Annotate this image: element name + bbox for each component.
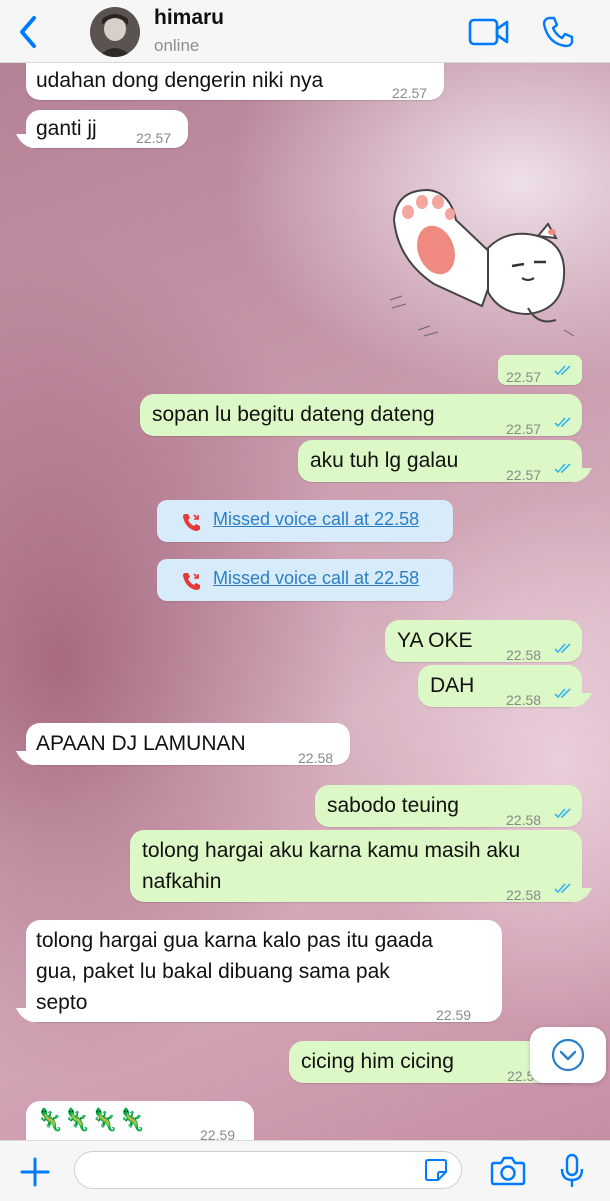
message-input[interactable] (74, 1151, 462, 1189)
chevron-left-icon (20, 16, 36, 48)
message-text: cicing him cicing (301, 1050, 454, 1073)
missed-call-icon (183, 514, 200, 531)
scroll-to-bottom-button[interactable] (530, 1027, 606, 1083)
message-incoming[interactable]: ganti jj 22.57 (15, 110, 188, 148)
message-outgoing[interactable]: sabodo teuing 22.58 (315, 785, 582, 828)
double-check-icon (554, 365, 571, 376)
message-text: ganti jj (36, 117, 97, 140)
missed-call-notice[interactable]: Missed voice call at 22.58 (157, 559, 453, 601)
message-time: 22.58 (506, 692, 542, 708)
message-time: 22.57 (506, 467, 542, 483)
sticker-icon (425, 1159, 447, 1181)
message-input-bar (0, 1140, 610, 1201)
voice-call-button[interactable] (540, 14, 576, 50)
phone-icon (542, 16, 574, 48)
voice-record-button[interactable] (558, 1153, 586, 1189)
message-text: sabodo teuing (327, 794, 459, 817)
message-text-line: tolong hargai gua karna kalo pas itu gaa… (36, 929, 433, 952)
message-outgoing[interactable]: tolong hargai aku karna kamu masih aku n… (130, 830, 593, 903)
double-check-icon (554, 417, 571, 428)
double-check-icon (554, 688, 571, 699)
video-call-button[interactable] (468, 17, 510, 47)
message-outgoing[interactable]: sopan lu begitu dateng dateng 22.57 (140, 394, 582, 437)
message-text: aku tuh lg galau (310, 449, 459, 472)
message-time: 22.57 (136, 130, 172, 146)
double-check-icon (554, 808, 571, 819)
message-text: udahan dong dengerin niki nya (36, 69, 324, 92)
avatar-image (90, 7, 140, 57)
message-time: 22.57 (392, 85, 428, 101)
message-time: 22.59 (436, 1007, 472, 1023)
message-outgoing[interactable]: aku tuh lg galau 22.57 (298, 440, 593, 483)
message-text: 🦎🦎🦎🦎 (36, 1107, 146, 1132)
message-outgoing[interactable]: YA OKE 22.58 (385, 620, 582, 663)
missed-call-text[interactable]: Missed voice call at 22.58 (213, 568, 419, 589)
camera-button[interactable] (490, 1155, 526, 1187)
message-text-line: nafkahin (142, 870, 222, 893)
double-check-icon (554, 883, 571, 894)
message-text-line: septo (36, 991, 88, 1014)
message-text: sopan lu begitu dateng dateng (152, 403, 435, 426)
avatar[interactable] (90, 7, 140, 57)
message-incoming[interactable]: udahan dong dengerin niki nya 22.57 (26, 62, 444, 101)
back-button[interactable] (12, 12, 48, 52)
message-incoming[interactable]: 🦎🦎🦎🦎 22.59 (26, 1101, 254, 1143)
double-check-icon (554, 463, 571, 474)
attach-button[interactable] (18, 1155, 52, 1189)
message-time: 22.57 (506, 369, 542, 385)
chat-header: himaru online (0, 0, 610, 63)
message-text: DAH (430, 674, 475, 697)
cat-paw-sticker (389, 188, 575, 337)
missed-call-text[interactable]: Missed voice call at 22.58 (213, 509, 419, 530)
message-text: YA OKE (397, 629, 473, 652)
message-time: 22.58 (298, 750, 334, 766)
message-outgoing[interactable]: DAH 22.58 (418, 665, 593, 708)
missed-call-icon (183, 573, 200, 590)
contact-status: online (154, 36, 200, 55)
sticker-button[interactable] (424, 1158, 448, 1182)
message-text: APAAN DJ LAMUNAN (36, 732, 246, 755)
sticker-time-bubble: 22.57 (498, 355, 582, 385)
message-incoming[interactable]: APAAN DJ LAMUNAN 22.58 (15, 723, 350, 766)
double-check-icon (554, 643, 571, 654)
missed-call-notice[interactable]: Missed voice call at 22.58 (157, 500, 453, 542)
message-text-line: gua, paket lu bakal dibuang sama pak (36, 960, 390, 983)
video-camera-icon (468, 18, 509, 46)
sticker-message[interactable] (388, 180, 578, 340)
message-time: 22.58 (506, 887, 542, 903)
plus-icon (20, 1157, 50, 1187)
chevron-down-circle-icon (551, 1038, 585, 1072)
message-incoming[interactable]: tolong hargai gua karna kalo pas itu gaa… (15, 920, 502, 1023)
microphone-icon (560, 1153, 584, 1187)
camera-icon (490, 1156, 526, 1186)
message-text-line: tolong hargai aku karna kamu masih aku (142, 839, 521, 862)
contact-name[interactable]: himaru (154, 6, 224, 30)
